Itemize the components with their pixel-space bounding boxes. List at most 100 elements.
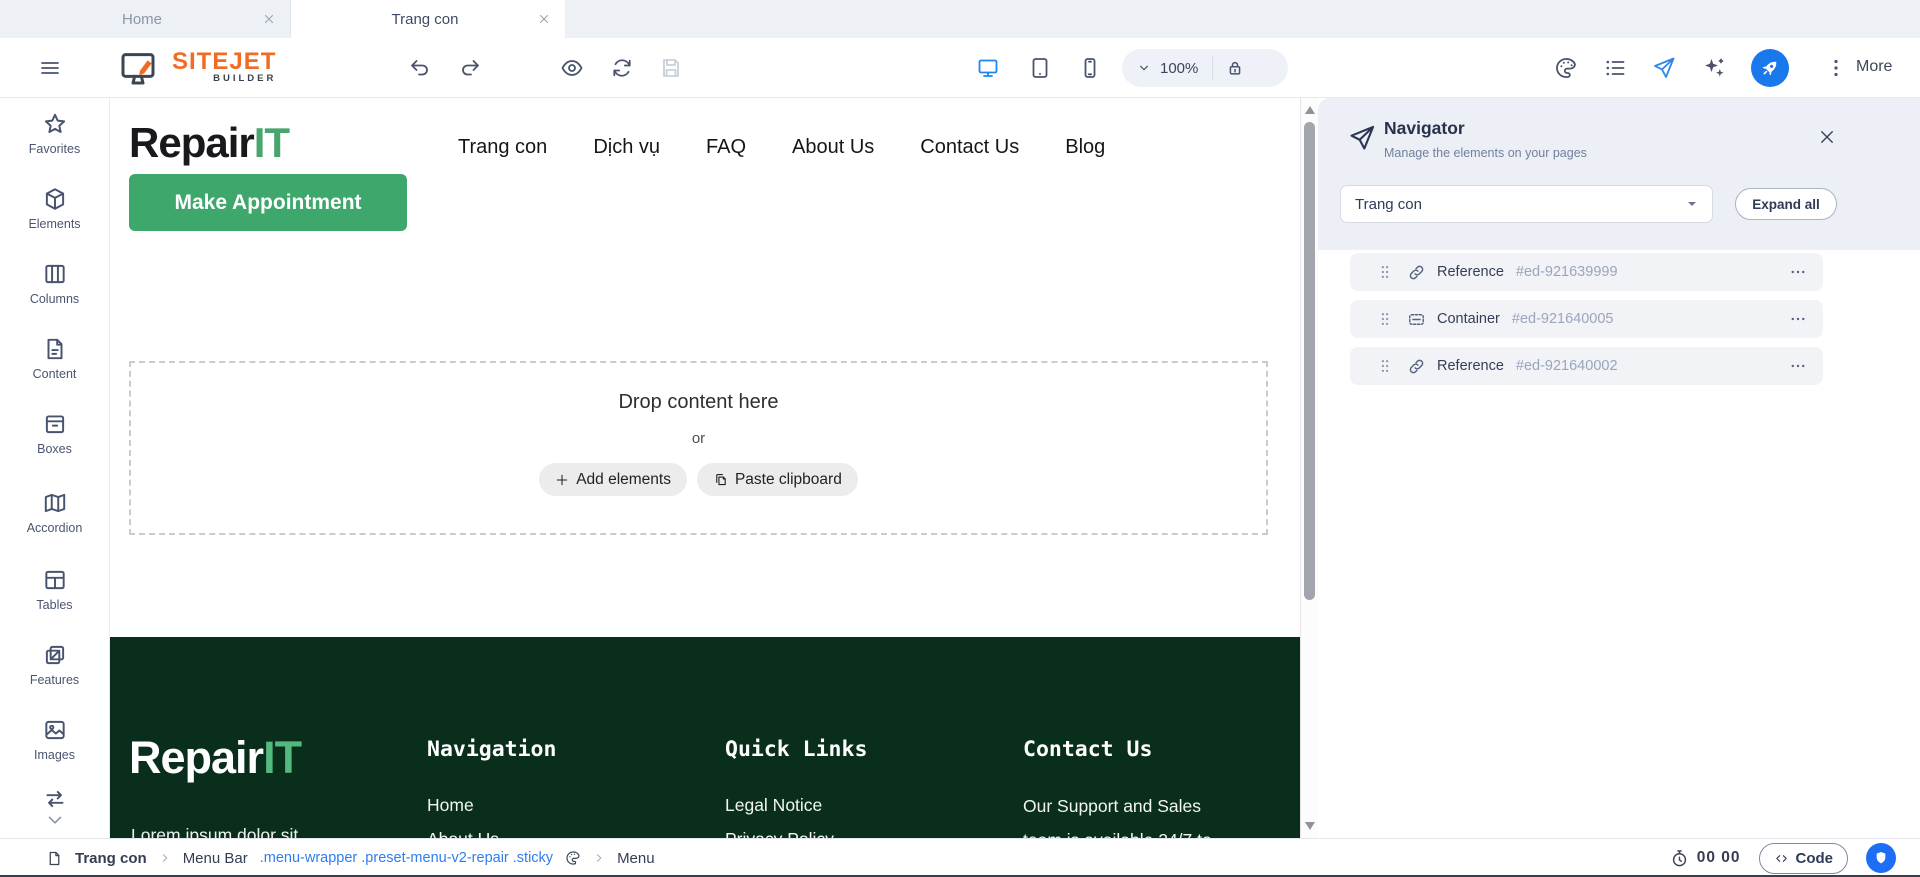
page-select-dropdown[interactable]: Trang con <box>1340 185 1713 223</box>
kebab-menu-icon[interactable] <box>1824 56 1848 80</box>
sidebar-more[interactable] <box>0 786 109 828</box>
row-menu-icon[interactable] <box>1789 263 1807 281</box>
sitejet-logo-icon[interactable] <box>118 48 158 88</box>
folded-map-icon <box>42 490 68 516</box>
zoom-chevron-down-icon[interactable] <box>1136 60 1152 76</box>
zoom-level[interactable]: 100% <box>1160 60 1198 77</box>
footer-link[interactable]: Legal Notice <box>725 789 834 823</box>
cube-icon <box>42 186 68 212</box>
navigator-plane-icon <box>1348 124 1376 152</box>
site-footer[interactable]: RepairIT Lorem ipsum dolor sit Navigatio… <box>110 637 1300 838</box>
breadcrumb-page[interactable]: Trang con <box>75 850 147 867</box>
row-menu-icon[interactable] <box>1789 310 1807 328</box>
ai-sparkles-icon[interactable] <box>1702 56 1726 80</box>
scroll-down-arrow-icon[interactable] <box>1305 822 1315 830</box>
protection-badge[interactable] <box>1866 843 1896 873</box>
hamburger-menu-icon[interactable] <box>38 56 62 80</box>
navigator-row-container[interactable]: Container #ed-921640005 <box>1350 300 1823 338</box>
sidebar-item-columns[interactable]: Columns <box>0 261 109 306</box>
site-nav-link[interactable]: About Us <box>792 136 874 159</box>
dropzone-title: Drop content here <box>618 391 778 414</box>
sidebar-item-boxes[interactable]: Boxes <box>0 411 109 456</box>
breadcrumb-classes[interactable]: .menu-wrapper .preset-menu-v2-repair .st… <box>260 850 553 866</box>
make-appointment-button[interactable]: Make Appointment <box>129 174 407 231</box>
sidebar-item-images[interactable]: Images <box>0 717 109 762</box>
breadcrumb-subelement[interactable]: Menu <box>617 850 655 867</box>
site-nav-link[interactable]: FAQ <box>706 136 746 159</box>
drop-content-zone[interactable]: Drop content here or Add elements Paste … <box>129 361 1268 535</box>
paste-clipboard-button[interactable]: Paste clipboard <box>697 463 858 496</box>
navigator-row-reference[interactable]: Reference #ed-921640002 <box>1350 347 1823 385</box>
code-icon <box>1774 851 1789 866</box>
status-bar: Trang con Menu Bar .menu-wrapper .preset… <box>0 838 1920 877</box>
refresh-icon[interactable] <box>610 56 634 80</box>
swatches-icon <box>42 642 68 668</box>
scrollbar-thumb[interactable] <box>1304 122 1315 600</box>
expand-all-button[interactable]: Expand all <box>1735 188 1837 220</box>
redo-icon[interactable] <box>458 56 482 80</box>
list-view-icon[interactable] <box>1603 56 1627 80</box>
navigator-plane-icon[interactable] <box>1652 56 1676 80</box>
preview-eye-icon[interactable] <box>560 56 584 80</box>
tab-trang-con[interactable]: Trang con <box>290 0 565 38</box>
sidebar-item-content[interactable]: Content <box>0 336 109 381</box>
site-nav-link[interactable]: Trang con <box>458 136 547 159</box>
tab-home[interactable]: Home <box>0 0 290 38</box>
device-tablet-icon[interactable] <box>1028 56 1052 80</box>
row-menu-icon[interactable] <box>1789 357 1807 375</box>
browser-tab-bar: Home Trang con <box>0 0 1920 38</box>
sitejet-brand[interactable]: SITEJET BUILDER <box>172 51 276 84</box>
container-icon <box>1407 310 1426 329</box>
document-icon <box>42 336 68 362</box>
close-tab-icon[interactable] <box>262 12 276 26</box>
chevron-down-icon[interactable] <box>44 814 66 828</box>
navigator-row-reference[interactable]: Reference #ed-921639999 <box>1350 253 1823 291</box>
swap-arrows-icon <box>42 786 68 812</box>
footer-link[interactable]: Privacy Policy <box>725 823 834 839</box>
drag-handle-icon[interactable] <box>1376 263 1394 281</box>
breadcrumb: Trang con Menu Bar .menu-wrapper .preset… <box>46 850 655 867</box>
sidebar-item-favorites[interactable]: Favorites <box>0 111 109 156</box>
code-button[interactable]: Code <box>1759 843 1849 874</box>
save-icon <box>659 56 683 80</box>
footer-link[interactable]: Home <box>427 789 499 823</box>
sidebar-item-features[interactable]: Features <box>0 642 109 687</box>
sidebar-item-elements[interactable]: Elements <box>0 186 109 231</box>
lock-zoom-icon[interactable] <box>1225 58 1245 78</box>
canvas-scrollbar[interactable] <box>1300 98 1318 838</box>
close-tab-icon[interactable] <box>537 12 551 26</box>
scroll-up-arrow-icon[interactable] <box>1305 106 1315 114</box>
style-palette-icon[interactable] <box>565 850 581 866</box>
launch-rocket-button[interactable] <box>1751 49 1789 87</box>
drag-handle-icon[interactable] <box>1376 357 1394 375</box>
site-nav-link[interactable]: Blog <box>1065 136 1105 159</box>
breadcrumb-element[interactable]: Menu Bar <box>183 850 248 867</box>
panel-subtitle: Manage the elements on your pages <box>1384 146 1587 160</box>
site-nav-link[interactable]: Dịch vụ <box>593 136 660 159</box>
device-desktop-icon[interactable] <box>976 56 1000 80</box>
time-tracker: 00 00 <box>1670 849 1741 868</box>
zoom-control: 100% <box>1122 49 1288 87</box>
site-logo[interactable]: RepairIT <box>129 120 289 166</box>
undo-icon[interactable] <box>408 56 432 80</box>
element-id: #ed-921640002 <box>1516 358 1618 374</box>
table-icon <box>42 567 68 593</box>
design-palette-icon[interactable] <box>1554 56 1578 80</box>
element-type: Reference <box>1437 264 1504 280</box>
drag-handle-icon[interactable] <box>1376 310 1394 328</box>
footer-link[interactable]: About Us <box>427 823 499 839</box>
dropzone-or: or <box>692 430 705 447</box>
sidebar-item-tables[interactable]: Tables <box>0 567 109 612</box>
site-nav-link[interactable]: Contact Us <box>920 136 1019 159</box>
more-button[interactable]: More <box>1856 58 1892 76</box>
device-mobile-icon[interactable] <box>1078 56 1102 80</box>
box-icon <box>42 411 68 437</box>
website-canvas[interactable]: RepairIT Trang con Dịch vụ FAQ About Us … <box>110 98 1300 838</box>
chevron-right-icon <box>159 852 171 864</box>
navigator-panel: Navigator Manage the elements on your pa… <box>1318 98 1920 838</box>
sidebar-item-accordion[interactable]: Accordion <box>0 490 109 535</box>
add-elements-button[interactable]: Add elements <box>539 463 687 496</box>
close-panel-icon[interactable] <box>1818 128 1836 146</box>
elements-sidebar: Favorites Elements Columns Content Boxes… <box>0 98 110 838</box>
panel-title: Navigator <box>1384 118 1465 139</box>
